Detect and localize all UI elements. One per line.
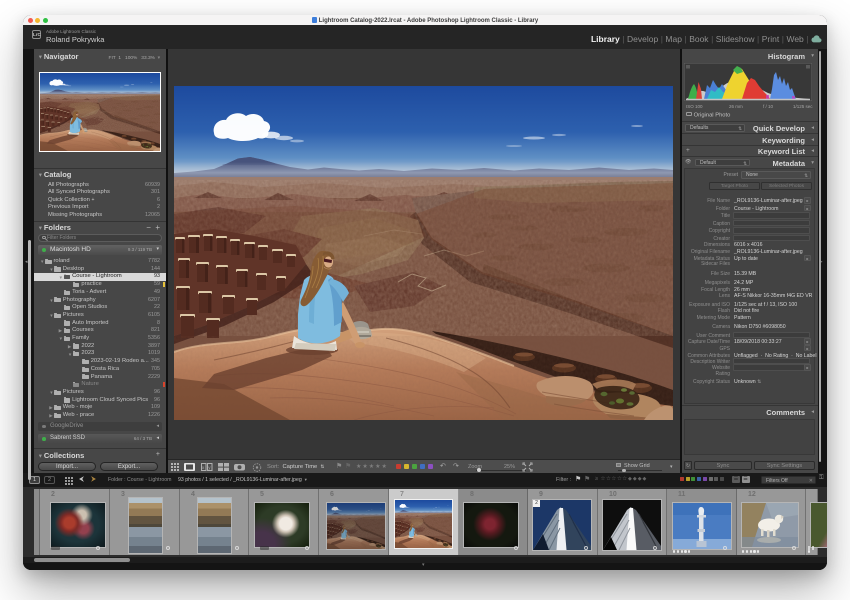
svg-text:y: y	[208, 465, 211, 470]
svg-text:x: x	[202, 465, 205, 470]
